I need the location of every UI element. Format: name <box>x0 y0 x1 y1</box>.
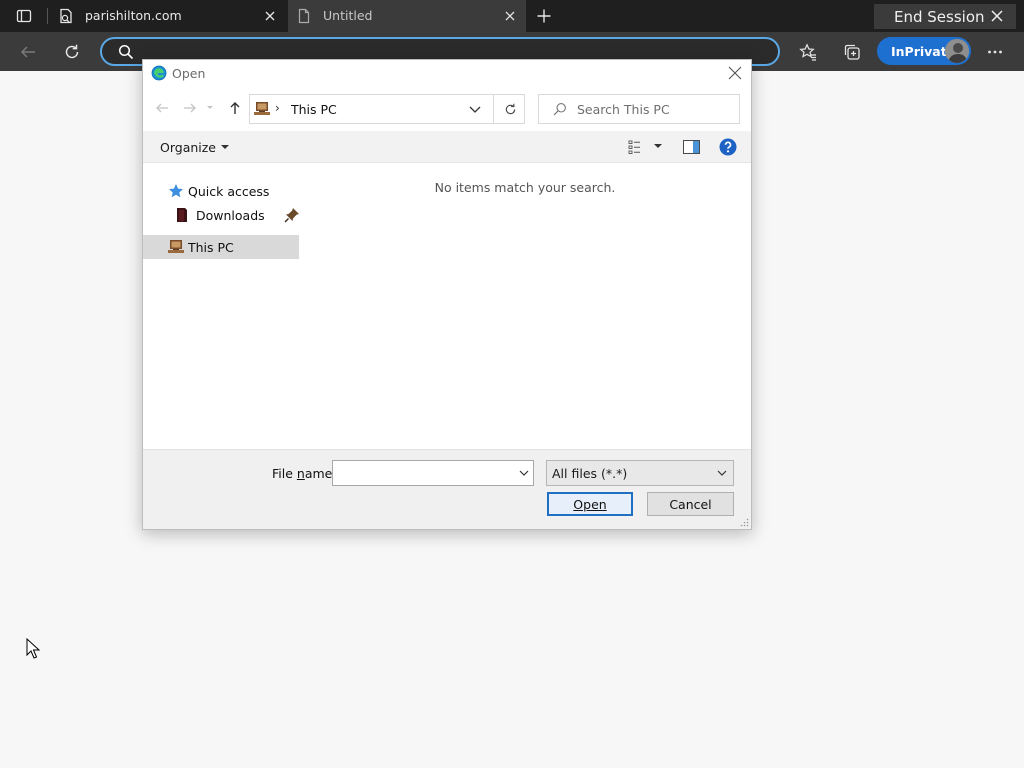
end-session-label: End Session <box>894 7 985 26</box>
recent-locations-button[interactable] <box>205 99 215 117</box>
page-favicon-icon <box>60 8 72 24</box>
user-avatar-icon <box>945 39 969 63</box>
nav-item-label: Downloads <box>196 208 265 223</box>
chevron-down-icon[interactable] <box>519 469 529 477</box>
edge-logo-icon <box>151 65 167 81</box>
inprivate-button[interactable]: InPrivate <box>877 37 971 65</box>
nav-item-downloads[interactable]: Downloads <box>143 203 299 227</box>
preview-pane-icon[interactable] <box>683 140 700 154</box>
tab-parishilton[interactable]: parishilton.com <box>50 0 286 32</box>
star-icon <box>169 184 183 198</box>
cancel-button[interactable]: Cancel <box>647 492 734 516</box>
path-separator: › <box>275 101 280 115</box>
dialog-refresh-button[interactable] <box>493 94 526 124</box>
favorites-button[interactable] <box>794 38 822 66</box>
organize-label: Organize <box>160 140 216 155</box>
collections-button[interactable] <box>838 38 866 66</box>
chevron-down-icon[interactable] <box>653 142 663 150</box>
end-session-button[interactable]: End Session <box>874 4 1016 29</box>
this-pc-icon <box>168 240 184 253</box>
nav-item-label: Quick access <box>188 184 270 199</box>
close-icon <box>265 11 275 21</box>
nav-up-button[interactable] <box>226 99 244 117</box>
star-list-icon <box>799 43 816 61</box>
close-icon <box>505 11 515 21</box>
resize-grip-icon[interactable] <box>740 518 749 527</box>
collections-icon <box>844 44 860 60</box>
arrow-left-icon <box>156 103 168 113</box>
dialog-title-bar: Open <box>143 60 751 87</box>
chevron-down-icon <box>717 470 727 476</box>
close-icon[interactable] <box>728 66 742 80</box>
file-type-selected: All files (*.*) <box>552 466 628 481</box>
dialog-command-bar: Organize <box>143 131 751 163</box>
pin-icon <box>284 208 299 223</box>
file-name-label-prefix: File <box>272 466 297 481</box>
file-type-select[interactable]: All files (*.*) <box>546 460 734 486</box>
nav-item-this-pc[interactable]: This PC <box>143 235 299 259</box>
nav-forward-button[interactable] <box>181 99 199 117</box>
view-options-icon[interactable] <box>628 139 646 155</box>
chevron-down-icon <box>207 106 213 109</box>
document-icon <box>298 8 310 24</box>
file-name-label-accel: n <box>296 466 305 481</box>
file-name-label: File name: <box>272 466 337 481</box>
tab-title: parishilton.com <box>85 8 182 23</box>
more-dots-icon <box>988 50 1002 54</box>
dialog-nav-row: › This PC <box>143 90 751 128</box>
file-name-combobox[interactable] <box>332 460 534 486</box>
search-icon <box>118 44 134 60</box>
navigation-pane: Quick access Downloads This PC <box>143 163 299 449</box>
empty-message: No items match your search. <box>434 180 616 195</box>
back-button[interactable] <box>14 38 42 66</box>
this-pc-icon <box>254 102 270 115</box>
new-tab-button[interactable] <box>532 4 556 28</box>
address-path-box[interactable]: › This PC <box>249 94 525 124</box>
open-button[interactable]: Open <box>547 492 633 516</box>
path-location: This PC <box>291 102 337 117</box>
organize-button[interactable]: Organize <box>160 140 229 155</box>
dialog-search-input[interactable] <box>577 101 732 118</box>
arrow-up-icon <box>230 102 240 114</box>
more-menu-button[interactable] <box>981 38 1009 66</box>
nav-item-quick-access[interactable]: Quick access <box>143 179 299 203</box>
search-icon <box>553 103 566 116</box>
nav-item-label: This PC <box>188 240 234 255</box>
refresh-button[interactable] <box>58 38 86 66</box>
mouse-cursor-icon <box>26 638 40 659</box>
tab-bar: parishilton.com Untitled End Session <box>0 0 1024 32</box>
tab-actions-button[interactable] <box>8 0 40 32</box>
tab-actions-icon <box>16 9 32 23</box>
chevron-down-icon[interactable] <box>468 104 482 116</box>
tab-close-button[interactable] <box>502 8 518 24</box>
tab-close-button[interactable] <box>262 8 278 24</box>
help-icon[interactable] <box>719 138 737 156</box>
arrow-left-icon <box>20 46 35 58</box>
refresh-icon <box>505 103 515 114</box>
file-list-area[interactable]: No items match your search. <box>299 163 751 449</box>
tab-separator <box>47 8 48 24</box>
close-icon <box>991 10 1003 22</box>
refresh-icon <box>65 44 79 59</box>
dialog-search-box[interactable] <box>538 94 740 124</box>
tab-title: Untitled <box>323 8 373 23</box>
open-file-dialog: Open › This PC Search This PC Organize Q… <box>142 59 752 530</box>
downloads-folder-icon <box>177 208 187 222</box>
tab-untitled[interactable]: Untitled <box>288 0 526 32</box>
plus-icon <box>537 9 551 23</box>
arrow-right-icon <box>184 103 196 113</box>
dialog-footer: File name: All files (*.*) Open Cancel <box>143 449 751 529</box>
nav-back-button[interactable] <box>153 99 171 117</box>
file-name-input[interactable] <box>337 464 507 482</box>
open-button-label: Open <box>573 496 607 512</box>
avatar <box>945 39 969 63</box>
dialog-title: Open <box>172 66 206 81</box>
cancel-button-label: Cancel <box>669 496 712 512</box>
chevron-down-icon <box>221 145 229 149</box>
